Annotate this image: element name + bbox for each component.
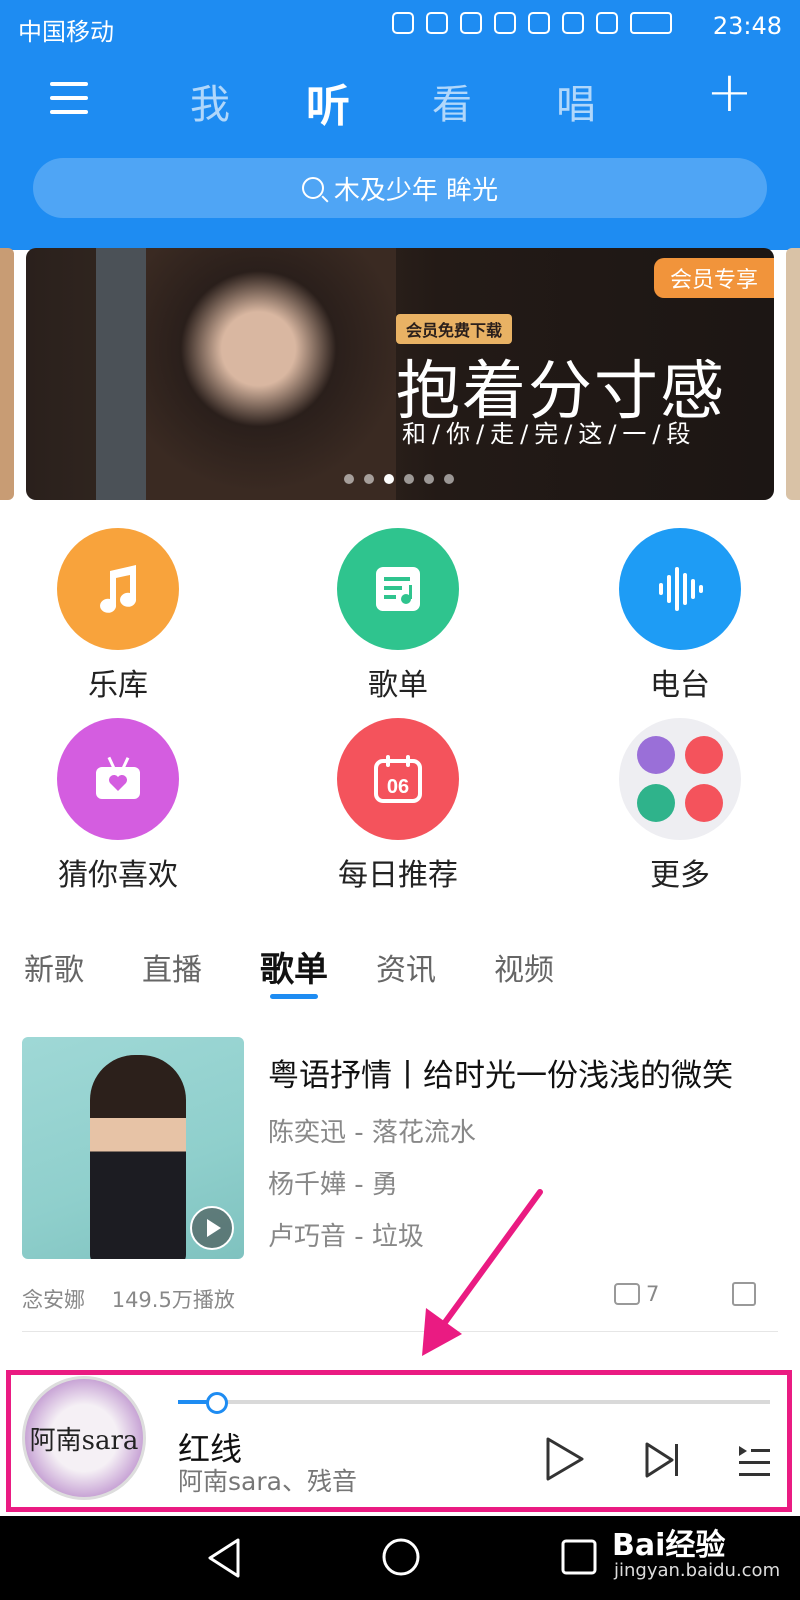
category-guess-you-like[interactable]: 猜你喜欢 (38, 718, 198, 894)
category-label: 电台 (650, 668, 710, 703)
tab-news[interactable]: 资讯 (376, 945, 436, 989)
cover-figure (90, 1055, 186, 1259)
banner-dot (364, 474, 374, 484)
playlist-song: 杨千嬅 - 勇 (268, 1170, 398, 1200)
playlist-song: 陈奕迅 - 落花流水 (268, 1118, 476, 1148)
message-icon (685, 784, 723, 822)
comment-button[interactable]: 7 (614, 1282, 659, 1306)
divider (22, 1331, 778, 1332)
category-label: 乐库 (88, 668, 148, 703)
radio-heart-icon (96, 756, 140, 799)
playlist-creator[interactable]: 念安娜 (22, 1288, 85, 1312)
category-circle (57, 718, 179, 840)
sound-wave-icon (659, 567, 703, 611)
banner-dot (424, 474, 434, 484)
search-icon (301, 177, 324, 199)
vibrate-icon (426, 12, 448, 34)
status-icons (392, 12, 672, 34)
watermark-url: jingyan.baidu.com (614, 1560, 781, 1581)
carrier-label: 中国移动 (18, 18, 114, 46)
home-icon[interactable] (380, 1536, 422, 1578)
banner-dot (384, 474, 394, 484)
tab-videos[interactable]: 视频 (494, 945, 554, 989)
category-radio[interactable]: 电台 (600, 528, 760, 704)
category-label: 歌单 (368, 668, 428, 703)
add-icon[interactable]: + (706, 60, 753, 125)
calendar-day: 06 (387, 776, 409, 798)
category-circle (57, 528, 179, 650)
banner-dot (344, 474, 354, 484)
tab-listen[interactable]: 听 (306, 70, 350, 134)
tab-playlists[interactable]: 歌单 (260, 942, 328, 991)
playlist-plays: 149.5万播放 (111, 1288, 235, 1312)
status-time: 23:48 (712, 12, 782, 40)
banner-next-peek[interactable] (786, 248, 800, 500)
category-music-library[interactable]: 乐库 (38, 528, 198, 704)
chat-icon (685, 736, 723, 774)
banner-pagination (344, 474, 454, 484)
category-circle (337, 528, 459, 650)
comment-count: 7 (646, 1282, 660, 1306)
disc-icon (637, 784, 675, 822)
signal-icon (596, 12, 618, 34)
search-placeholder: 木及少年 眸光 (333, 175, 499, 206)
vip-badge: 会员专享 (653, 258, 774, 298)
tab-me[interactable]: 我 (190, 72, 230, 130)
active-tab-indicator (270, 994, 318, 999)
playlist-song: 卢巧音 - 垃圾 (268, 1222, 424, 1252)
music-note-icon (100, 565, 137, 613)
share-icon[interactable] (732, 1282, 756, 1306)
promo-banner[interactable]: 会员专享 会员免费下载 抱着分寸感 和/你/走/完/这/一/段 (26, 248, 774, 500)
comment-icon (614, 1283, 640, 1305)
category-circle (619, 718, 741, 840)
menu-icon[interactable] (50, 82, 88, 124)
category-circle: 06 (337, 718, 459, 840)
back-icon[interactable] (204, 1536, 244, 1580)
cover-play-button[interactable] (190, 1206, 234, 1250)
annotation-arrow (422, 1189, 543, 1356)
category-daily-recommend[interactable]: 06 每日推荐 (318, 718, 478, 894)
user-icon (637, 736, 675, 774)
more-grid-icon (637, 736, 723, 822)
calendar-icon: 06 (374, 755, 422, 803)
playlist-meta: 念安娜 149.5万播放 (22, 1284, 235, 1314)
search-bar[interactable]: 木及少年 眸光 (33, 158, 767, 218)
banner-dot (444, 474, 454, 484)
category-label: 猜你喜欢 (58, 858, 178, 893)
category-circle (619, 528, 741, 650)
banner-prev-peek[interactable] (0, 248, 14, 500)
banner-dot (404, 474, 414, 484)
recents-icon[interactable] (560, 1538, 598, 1576)
playlist-icon (376, 567, 420, 611)
tab-new-songs[interactable]: 新歌 (24, 945, 84, 989)
playlist-title[interactable]: 粤语抒情丨给时光一份浅浅的微笑 (268, 1050, 733, 1095)
category-label: 每日推荐 (338, 858, 458, 893)
category-more[interactable]: 更多 (600, 718, 760, 894)
battery-icon (630, 12, 672, 34)
bluetooth-icon (392, 12, 414, 34)
category-playlist[interactable]: 歌单 (318, 528, 478, 704)
wifi-icon (562, 12, 584, 34)
banner-photo (146, 248, 396, 500)
watermark-logo: Bai经验 (612, 1528, 726, 1563)
category-label: 更多 (650, 858, 710, 893)
banner-subtitle: 和/你/走/完/这/一/段 (402, 420, 697, 448)
eye-icon (528, 12, 550, 34)
hd-icon (494, 12, 516, 34)
tab-watch[interactable]: 看 (432, 72, 472, 130)
tab-sing[interactable]: 唱 (556, 72, 596, 130)
annotation-highlight-box (6, 1370, 792, 1512)
alarm-icon (460, 12, 482, 34)
tab-live[interactable]: 直播 (142, 945, 202, 989)
